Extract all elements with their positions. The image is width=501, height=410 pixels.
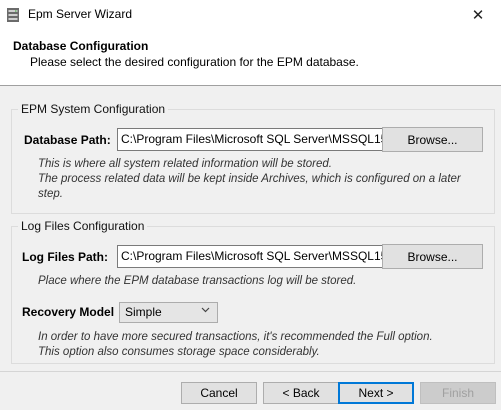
wizard-header: Database Configuration Please select the… (0, 30, 501, 86)
database-path-hint: This is where all system related informa… (38, 158, 461, 200)
epm-system-group: EPM System Configuration Database Path: … (11, 102, 495, 214)
database-path-browse-button[interactable]: Browse... (382, 127, 483, 152)
log-files-path-input[interactable]: C:\Program Files\Microsoft SQL Server\MS… (117, 245, 383, 268)
recovery-model-value: Simple (125, 305, 162, 319)
next-button[interactable]: Next > (338, 382, 414, 404)
database-path-input[interactable]: C:\Program Files\Microsoft SQL Server\MS… (117, 128, 383, 151)
chevron-down-icon (201, 305, 210, 316)
page-subtitle: Please select the desired configuration … (30, 55, 359, 69)
log-files-group: Log Files Configuration Log Files Path: … (11, 219, 495, 364)
window-title: Epm Server Wizard (28, 7, 133, 21)
recovery-model-label: Recovery Model (22, 305, 115, 319)
cancel-button[interactable]: Cancel (181, 382, 257, 404)
recovery-model-select[interactable]: Simple (119, 302, 218, 323)
log-files-group-title: Log Files Configuration (18, 219, 148, 233)
close-icon: ✕ (471, 7, 485, 24)
back-button[interactable]: < Back (263, 382, 339, 404)
footer-divider (0, 371, 501, 372)
server-icon (7, 8, 19, 22)
page-title: Database Configuration (13, 39, 149, 53)
log-files-hint: Place where the EPM database transaction… (38, 275, 357, 287)
title-bar: Epm Server Wizard ✕ (0, 0, 501, 30)
recovery-model-hint: In order to have more secured transactio… (38, 331, 433, 358)
log-files-path-label: Log Files Path: (22, 250, 109, 264)
epm-system-group-title: EPM System Configuration (18, 102, 169, 116)
close-button[interactable]: ✕ (455, 0, 501, 30)
finish-button[interactable]: Finish (420, 382, 496, 404)
log-files-browse-button[interactable]: Browse... (382, 244, 483, 269)
database-path-label: Database Path: (24, 133, 111, 147)
